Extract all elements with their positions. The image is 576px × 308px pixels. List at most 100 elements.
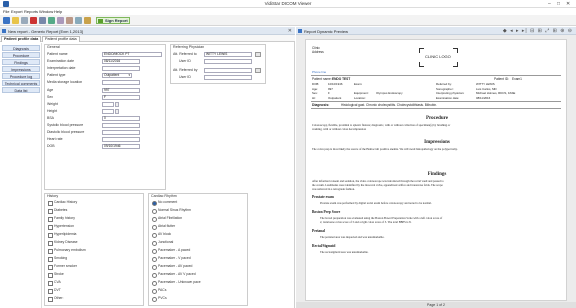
menu-export[interactable]: Export: [11, 9, 23, 14]
report-tab[interactable]: New report - Generic Report [Exm 1,2013]…: [0, 27, 295, 35]
history-checkbox[interactable]: Other:: [48, 296, 63, 302]
pick-referrer-button[interactable]: [255, 68, 261, 73]
rhythm-radio[interactable]: Pacemaker - AV paced: [152, 264, 192, 270]
new-report-icon[interactable]: [3, 17, 10, 24]
diagnosis-label: Diagnosis:: [312, 103, 330, 107]
rhythm-radio[interactable]: Junctional: [152, 240, 173, 246]
nav-data-list[interactable]: Data list: [2, 87, 40, 93]
media-location-input[interactable]: [102, 80, 140, 85]
patient-info-cell: 10/10/1946: [328, 82, 343, 86]
patient-info-cell: DOB:: [312, 82, 320, 86]
menu-reports[interactable]: Reports: [24, 9, 38, 14]
heart-rate-input[interactable]: [102, 137, 140, 142]
settings-icon[interactable]: [84, 17, 91, 24]
sex-input[interactable]: F: [102, 95, 140, 100]
minimize-button[interactable]: –: [548, 1, 551, 7]
tab-patient-profile-2[interactable]: Patient profile data: [42, 36, 80, 42]
history-checkbox[interactable]: CVA: [48, 280, 61, 286]
patient-info-cell: Referred by:: [436, 82, 452, 86]
rhythm-radio[interactable]: Atrial Fibrillation: [152, 216, 182, 222]
nav-procedure-log[interactable]: Procedure log: [2, 73, 40, 79]
nav-findings[interactable]: Findings: [2, 59, 40, 65]
history-checkbox[interactable]: Hypertension: [48, 224, 74, 230]
patient-type-label: Patient type: [47, 73, 66, 77]
interp-date-input[interactable]: [102, 66, 140, 71]
weight-unit-stepper[interactable]: [115, 102, 119, 107]
rhythm-radio[interactable]: No comment: [152, 200, 177, 206]
close-button[interactable]: ✕: [566, 1, 570, 7]
menu-window[interactable]: Window: [39, 9, 53, 14]
nav-procedure[interactable]: Procedure: [2, 52, 40, 58]
patient-info-cell: Outpatient: [328, 95, 342, 100]
history-checkbox[interactable]: Kidney Disease: [48, 240, 78, 246]
diastolic-input[interactable]: [102, 130, 140, 135]
history-checkbox[interactable]: DVT: [48, 288, 61, 294]
procedure-heading: Procedure: [425, 116, 449, 121]
impressions-text: The colon prep is most likely the source…: [312, 147, 458, 151]
logo-frame-bl: [419, 62, 424, 67]
preview-icon[interactable]: [48, 17, 55, 24]
pick-physician-button[interactable]: [255, 52, 261, 57]
rhythm-radio[interactable]: Pacemaker - AV V paced: [152, 272, 196, 278]
toolbar: Sign Report: [0, 15, 576, 26]
menu-bar: File Export Reports Window Help: [0, 8, 576, 15]
rhythm-radio[interactable]: Pacemaker - Unknown pace: [152, 280, 201, 286]
preview-toolbar-icons[interactable]: ◆ ◂ ▸ ▸| ⊟ ⊞ ⤢ ⊞ ⊕ ⊖: [503, 28, 573, 34]
referred-to-input[interactable]: WITTY LEWIS: [204, 52, 252, 57]
menu-file[interactable]: File: [3, 9, 9, 14]
maximize-button[interactable]: □: [557, 1, 560, 7]
patient-name-input[interactable]: ENDO/MOCK PT: [102, 52, 162, 57]
user-id-input-2[interactable]: [204, 75, 252, 80]
sign-report-button[interactable]: Sign Report: [96, 17, 130, 24]
rhythm-radio[interactable]: Pacemaker - V paced: [152, 256, 191, 262]
referred-by-input[interactable]: [204, 68, 252, 73]
nav-diagnosis[interactable]: Diagnosis: [2, 45, 40, 51]
patient-info-cell: Exam:: [354, 82, 363, 86]
copy-icon[interactable]: [57, 17, 64, 24]
rhythm-radio[interactable]: AV block: [152, 232, 171, 238]
rhythm-radio[interactable]: Normal Sinus Rhythm: [152, 208, 191, 214]
exam-date-input[interactable]: 08/11/2016: [102, 59, 140, 64]
history-checkbox[interactable]: Diabetes: [48, 208, 67, 214]
history-checkbox[interactable]: Former smoker: [48, 264, 77, 270]
rhythm-radio[interactable]: Pacemaker - A paced: [152, 248, 190, 254]
preview-tab[interactable]: Report Dynamic Preview ◆ ◂ ▸ ▸| ⊟ ⊞ ⤢ ⊞ …: [296, 27, 576, 35]
dob-input[interactable]: 09/10/1946: [102, 144, 140, 149]
rhythm-radio[interactable]: Atrial flutter: [152, 224, 175, 230]
age-input[interactable]: 997: [102, 88, 140, 93]
prostate-heading: Prostate exam: [312, 195, 334, 199]
bsa-input[interactable]: 0: [102, 116, 140, 121]
menu-help[interactable]: Help: [54, 9, 62, 14]
patient-info-cell: Sex:: [312, 91, 318, 95]
age-label: Age: [47, 88, 54, 92]
undo-icon[interactable]: [75, 17, 82, 24]
print-icon[interactable]: [39, 17, 46, 24]
nav-impressions[interactable]: Impressions: [2, 66, 40, 72]
patient-type-select[interactable]: Outpatient ▾: [102, 73, 132, 78]
weight-input[interactable]: [102, 102, 114, 107]
history-checkbox[interactable]: Family history: [48, 216, 75, 222]
delete-icon[interactable]: [30, 17, 37, 24]
patient-info-cell: 997: [328, 86, 333, 91]
nav-technical-comments[interactable]: Technical comments: [2, 80, 40, 86]
save-icon[interactable]: [21, 17, 28, 24]
open-folder-icon[interactable]: [12, 17, 19, 24]
systolic-input[interactable]: [102, 123, 140, 128]
history-checkbox[interactable]: Smoking: [48, 256, 67, 262]
history-checkbox[interactable]: Hyperlipidemia: [48, 232, 76, 238]
patient-name-label: Patient name: [47, 52, 68, 56]
tab-patient-profile[interactable]: Patient profile data: [1, 36, 42, 42]
history-checkbox[interactable]: Pulmonary embolism: [48, 248, 86, 254]
rhythm-radio[interactable]: PACs: [152, 288, 166, 294]
height-input[interactable]: [102, 109, 114, 114]
height-unit-stepper[interactable]: [115, 109, 119, 114]
paste-icon[interactable]: [66, 17, 73, 24]
rhythm-radio[interactable]: PVCs: [152, 296, 167, 302]
close-tab-icon[interactable]: ✕: [288, 28, 292, 34]
user-id-input[interactable]: [204, 59, 252, 64]
history-checkbox[interactable]: Stroke: [48, 272, 64, 278]
history-checkbox[interactable]: Cardiac History: [48, 200, 77, 206]
clinic-logo: CLINIC LOGO: [425, 54, 451, 59]
section-nav: Diagnosis Procedure Findings Impressions…: [0, 43, 42, 308]
report-preview-pane: Report Dynamic Preview ◆ ◂ ▸ ▸| ⊟ ⊞ ⤢ ⊞ …: [296, 27, 576, 308]
